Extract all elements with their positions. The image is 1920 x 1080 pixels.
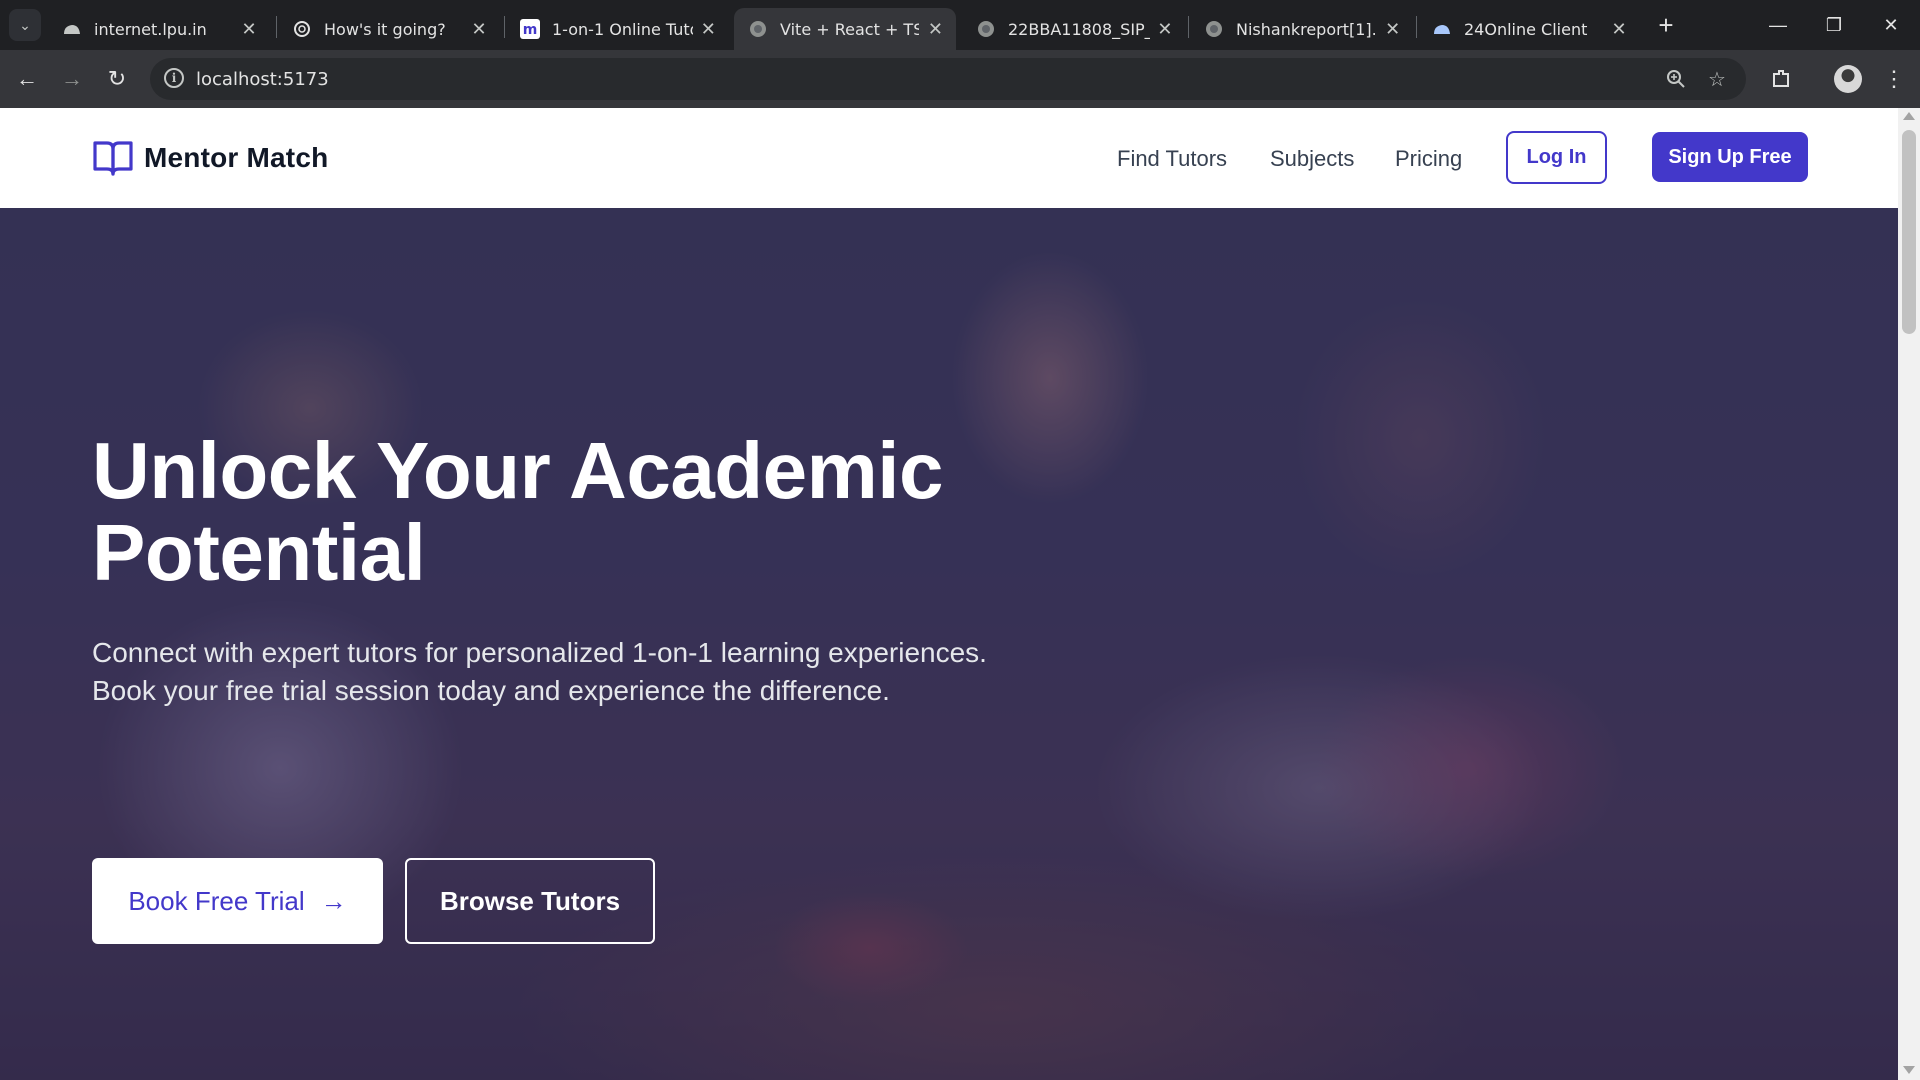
browse-tutors-button[interactable]: Browse Tutors <box>405 858 655 944</box>
close-icon[interactable]: ✕ <box>1608 18 1630 40</box>
book-free-trial-button[interactable]: Book Free Trial → <box>92 858 383 944</box>
zoom-icon[interactable] <box>1664 67 1688 91</box>
browser-tab[interactable]: Nishankreport[1].pdf ✕ <box>1190 8 1412 50</box>
hero-section: Unlock Your Academic Potential Connect w… <box>0 208 1898 1080</box>
globe-icon <box>976 19 996 39</box>
arrow-right-icon: → <box>61 66 83 91</box>
minimize-icon: — <box>1769 14 1787 35</box>
close-icon[interactable]: ✕ <box>468 18 490 40</box>
book-free-trial-label: Book Free Trial <box>128 885 305 916</box>
site-info-icon[interactable]: i <box>164 68 184 88</box>
new-tab-button[interactable]: + <box>1651 10 1681 40</box>
hero-subtitle-line: Book your free trial session today and e… <box>92 675 890 706</box>
svg-text:m: m <box>523 22 538 38</box>
tab-title: 22BBA11808_SIP_FIN <box>1008 19 1150 39</box>
openai-icon <box>292 19 312 39</box>
browser-tab[interactable]: How's it going? ✕ <box>278 8 500 50</box>
scroll-up-arrow[interactable] <box>1903 112 1915 120</box>
globe-icon <box>748 19 768 39</box>
tab-title: 24Online Client <box>1464 19 1588 39</box>
tab-search-button[interactable]: ⌄ <box>9 9 41 41</box>
browser-tab[interactable]: 22BBA11808_SIP_FIN ✕ <box>962 8 1184 50</box>
chevron-down-icon: ⌄ <box>19 16 31 33</box>
plus-icon: + <box>1658 9 1674 40</box>
browser-toolbar: ← → ↻ i localhost:5173 ☆ ⋮ <box>0 50 1920 108</box>
scrollbar-thumb[interactable] <box>1902 130 1916 334</box>
tab-title: Nishankreport[1].pdf <box>1236 19 1377 39</box>
m-logo-icon: m <box>520 19 540 39</box>
site-logo[interactable]: Mentor Match <box>92 138 328 178</box>
tab-divider <box>276 16 277 38</box>
reload-button[interactable]: ↻ <box>99 61 135 97</box>
site-header: Mentor Match Find Tutors Subjects Pricin… <box>0 108 1898 209</box>
tab-title: Vite + React + TS <box>780 19 919 39</box>
tab-title: 1-on-1 Online Tutori <box>552 19 693 39</box>
close-icon[interactable]: ✕ <box>1156 18 1174 40</box>
browser-tab[interactable]: internet.lpu.in ✕ <box>48 8 270 50</box>
tab-divider <box>504 16 505 38</box>
restore-icon: ❐ <box>1825 14 1843 35</box>
page-scrollbar[interactable] <box>1898 108 1920 1080</box>
browser-tab[interactable]: m 1-on-1 Online Tutori ✕ <box>506 8 728 50</box>
profile-avatar[interactable] <box>1834 65 1862 93</box>
close-window-button[interactable]: ✕ <box>1862 0 1920 50</box>
scroll-down-arrow[interactable] <box>1903 1066 1915 1074</box>
browser-tab-active[interactable]: Vite + React + TS ✕ <box>734 8 956 50</box>
logo-text: Mentor Match <box>144 142 329 173</box>
arrow-left-icon: ← <box>16 66 38 91</box>
forward-button[interactable]: → <box>54 61 90 97</box>
nav-pricing[interactable]: Pricing <box>1395 146 1462 172</box>
cloud-icon <box>62 19 82 39</box>
nav-find-tutors[interactable]: Find Tutors <box>1117 146 1227 172</box>
hero-subtitle: Connect with expert tutors for personali… <box>92 634 1092 710</box>
arrow-right-icon: → <box>320 885 347 916</box>
reload-icon: ↻ <box>107 66 127 91</box>
browser-tab-strip: ⌄ internet.lpu.in ✕ How's it going? ✕ m … <box>0 0 1920 50</box>
close-icon[interactable]: ✕ <box>699 18 719 40</box>
close-icon[interactable]: ✕ <box>925 18 946 40</box>
signup-button[interactable]: Sign Up Free <box>1652 132 1808 182</box>
close-icon[interactable]: ✕ <box>1383 18 1402 40</box>
minimize-button[interactable]: — <box>1749 0 1807 50</box>
address-url: localhost:5173 <box>196 69 329 90</box>
restore-button[interactable]: ❐ <box>1805 0 1863 50</box>
cloud-icon <box>1432 19 1452 39</box>
nav-subjects[interactable]: Subjects <box>1270 146 1354 172</box>
hero-subtitle-line: Connect with expert tutors for personali… <box>92 637 987 668</box>
star-icon[interactable]: ☆ <box>1705 67 1729 91</box>
browser-tab[interactable]: 24Online Client ✕ <box>1418 8 1640 50</box>
close-icon: ✕ <box>1883 14 1899 35</box>
close-icon[interactable]: ✕ <box>238 18 260 40</box>
tab-divider <box>1416 16 1417 38</box>
tab-title: internet.lpu.in <box>94 19 207 39</box>
extensions-icon[interactable] <box>1765 63 1797 95</box>
tab-divider <box>1188 16 1189 38</box>
open-book-icon <box>93 141 133 176</box>
address-bar[interactable]: i localhost:5173 ☆ <box>150 58 1746 100</box>
hero-title: Unlock Your Academic Potential <box>92 426 944 597</box>
menu-icon[interactable]: ⋮ <box>1878 63 1910 95</box>
page-viewport: Mentor Match Find Tutors Subjects Pricin… <box>0 108 1920 1080</box>
back-button[interactable]: ← <box>9 61 45 97</box>
tab-title: How's it going? <box>324 19 446 39</box>
globe-icon <box>1204 19 1224 39</box>
login-button[interactable]: Log In <box>1506 131 1607 184</box>
